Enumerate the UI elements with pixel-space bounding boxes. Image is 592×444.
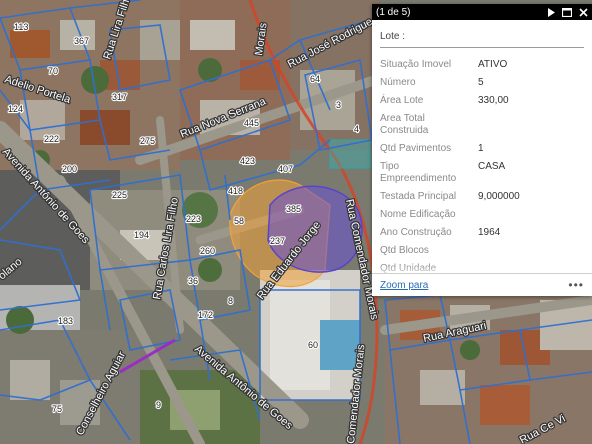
attribute-key: Qtd Blocos [380, 245, 429, 256]
lot-number: 8 [228, 296, 233, 306]
lot-number: 58 [234, 216, 244, 226]
lot-number: 223 [186, 214, 201, 224]
lot-number: 113 [14, 22, 28, 32]
lot-number: 64 [310, 74, 320, 84]
attribute-value: 330,00 [478, 95, 509, 106]
attribute-key: Area Total Construida [380, 113, 429, 136]
attribute-row: Nome Edificação [380, 208, 584, 226]
lot-number: 36 [188, 276, 198, 286]
attribute-value: 9,000000 [478, 191, 520, 202]
lot-number: 317 [112, 92, 127, 102]
more-options-icon[interactable]: ••• [568, 278, 584, 292]
attribute-key: Número [380, 77, 416, 88]
attribute-value: ATIVO [478, 59, 508, 70]
attribute-row: Testada Principal 9,000000 [380, 190, 584, 208]
attribute-key: Qtd Pavimentos [380, 143, 452, 154]
attribute-value [478, 112, 584, 142]
attribute-key: Testada Principal [380, 191, 457, 202]
lot-number: 445 [244, 118, 259, 128]
lot-number: 3 [336, 100, 341, 110]
lot-number: 194 [134, 230, 149, 240]
attribute-value [478, 244, 584, 262]
popup-header: (1 de 5) [372, 4, 592, 20]
attribute-key: Ano Construção [380, 227, 452, 238]
attribute-row: Ano Construção 1964 [380, 226, 584, 244]
lot-number: 60 [308, 340, 318, 350]
popup-counter: (1 de 5) [376, 6, 411, 18]
maximize-icon[interactable] [560, 5, 574, 19]
attribute-key: Área Lote [380, 95, 424, 106]
attribute-row: Qtd Blocos [380, 244, 584, 262]
lot-number: 418 [228, 186, 243, 196]
lot-number: 75 [52, 404, 62, 414]
lot-number: 367 [74, 36, 89, 46]
close-icon[interactable] [576, 5, 590, 19]
lot-number: 9 [156, 400, 161, 410]
attribute-table: Situação Imovel ATIVO Número 5 Área Lote 330,… [380, 58, 584, 278]
attribute-row: Situação Imovel ATIVO [380, 58, 584, 76]
attribute-row: Qtd Pavimentos 1 [380, 142, 584, 160]
lot-number: 423 [240, 156, 255, 166]
lot-number: 225 [112, 190, 127, 200]
attribute-row: Tipo Empreendimento CASA [380, 160, 584, 190]
lot-number: 275 [140, 136, 155, 146]
attribute-value: 1964 [478, 227, 501, 238]
attribute-row: Area Total Construida [380, 112, 584, 142]
lot-number: 407 [278, 164, 293, 174]
lot-number: 200 [62, 164, 77, 174]
lot-number: 260 [200, 246, 215, 256]
attribute-row: Número 5 [380, 76, 584, 94]
lot-number: 237 [270, 236, 285, 246]
attribute-key: Situação Imovel [380, 59, 452, 70]
lot-number: 4 [354, 124, 359, 134]
lot-number: 183 [58, 316, 73, 326]
lot-number: 385 [286, 204, 301, 214]
popup-title: Lote : [380, 28, 584, 48]
popup-body[interactable]: Lote : Situação Imovel ATIVO Número 5 Área L… [372, 20, 592, 278]
attribute-value [478, 208, 584, 226]
attribute-value: 1 [478, 143, 484, 154]
lot-number: 70 [48, 66, 58, 76]
lot-number: 172 [198, 310, 213, 320]
attribute-value: 5 [478, 77, 484, 88]
lot-number: 222 [44, 134, 59, 144]
lot-number: 124 [8, 104, 23, 114]
attribute-value: CASA [478, 161, 506, 172]
attribute-key: Tipo Empreendimento [380, 161, 457, 184]
zoom-to-link[interactable]: Zoom para [380, 280, 568, 291]
attribute-row: Área Lote 330,00 [380, 94, 584, 112]
attribute-key: Nome Edificação [380, 209, 456, 220]
identify-popup: (1 de 5) Lote : Situação Imovel ATIVO Núme… [372, 4, 592, 296]
popup-footer: Zoom para ••• [372, 273, 592, 296]
play-icon[interactable] [544, 5, 558, 19]
